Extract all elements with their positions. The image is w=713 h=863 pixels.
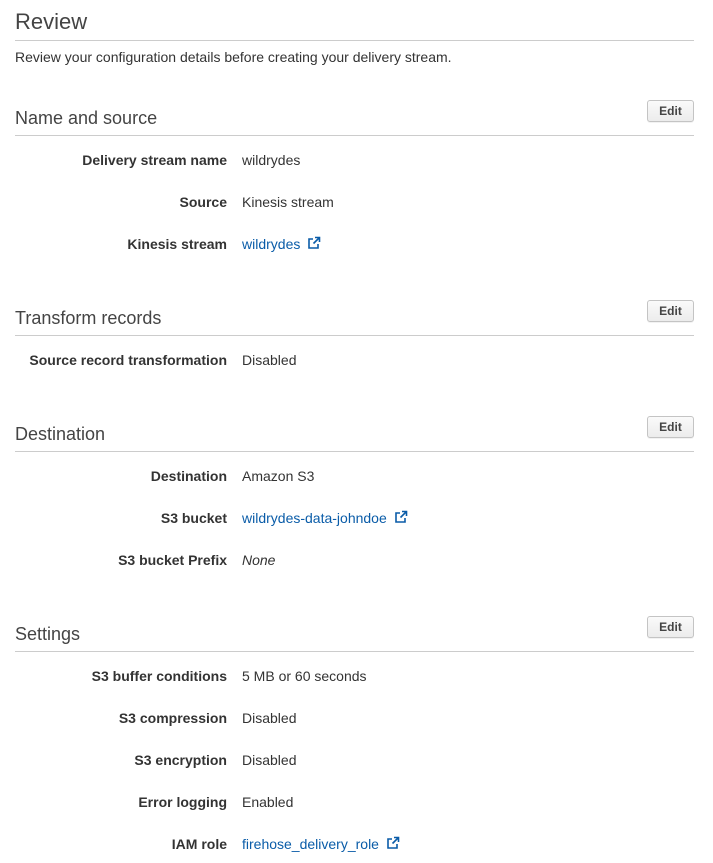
section-header-name-and-source: Name and source Edit (15, 100, 694, 136)
detail-row-s3-bucket: S3 bucket wildrydes-data-johndoe (0, 508, 713, 528)
section-title-settings: Settings (15, 624, 81, 644)
field-label: S3 compression (118, 710, 227, 726)
detail-row-error-logging: Error logging Enabled (0, 792, 713, 812)
title-divider (15, 40, 694, 41)
kinesis-stream-link[interactable]: wildrydes (242, 234, 321, 254)
field-value: wildrydes (242, 152, 301, 168)
field-value: Amazon S3 (242, 468, 315, 484)
detail-row-delivery-stream-name: Delivery stream name wildrydes (0, 150, 713, 170)
field-label: Source record transformation (29, 352, 227, 368)
field-label: S3 encryption (134, 752, 227, 768)
section-header-transform-records: Transform records Edit (15, 300, 694, 336)
section-header-destination: Destination Edit (15, 416, 694, 452)
field-value: None (242, 552, 276, 568)
link-text: wildrydes (242, 236, 301, 252)
link-text: firehose_delivery_role (242, 836, 379, 852)
detail-row-s3-compression: S3 compression Disabled (0, 708, 713, 728)
field-value: 5 MB or 60 seconds (242, 668, 367, 684)
field-value: Disabled (242, 710, 297, 726)
field-value: Kinesis stream (242, 194, 334, 210)
section-title-transform-records: Transform records (15, 308, 162, 328)
field-value: Disabled (242, 752, 297, 768)
edit-transform-records-button[interactable]: Edit (647, 300, 694, 322)
external-link-icon (308, 236, 321, 249)
external-link-icon (387, 836, 400, 849)
field-label: S3 buffer conditions (91, 668, 227, 684)
field-value: Enabled (242, 794, 294, 810)
detail-row-s3-encryption: S3 encryption Disabled (0, 750, 713, 770)
s3-bucket-link[interactable]: wildrydes-data-johndoe (242, 508, 408, 528)
external-link-icon (394, 510, 408, 523)
field-label: S3 bucket (160, 510, 227, 526)
field-label: Error logging (138, 794, 227, 810)
page-intro: Review your configuration details before… (15, 49, 452, 65)
detail-row-destination: Destination Amazon S3 (0, 466, 713, 486)
field-label: IAM role (171, 836, 227, 852)
link-text: wildrydes-data-johndoe (242, 510, 387, 526)
field-value: Disabled (242, 352, 297, 368)
field-label: S3 bucket Prefix (118, 552, 227, 568)
field-label: Kinesis stream (127, 236, 227, 252)
section-title-destination: Destination (15, 424, 106, 444)
page-title: Review (15, 9, 88, 34)
edit-destination-button[interactable]: Edit (647, 416, 694, 438)
detail-row-s3-buffer-conditions: S3 buffer conditions 5 MB or 60 seconds (0, 666, 713, 686)
detail-row-source: Source Kinesis stream (0, 192, 713, 212)
section-header-settings: Settings Edit (15, 616, 694, 652)
edit-name-and-source-button[interactable]: Edit (647, 100, 694, 122)
field-label: Delivery stream name (82, 152, 227, 168)
field-label: Source (179, 194, 227, 210)
edit-settings-button[interactable]: Edit (647, 616, 694, 638)
section-title-name-and-source: Name and source (15, 108, 158, 128)
detail-row-s3-bucket-prefix: S3 bucket Prefix None (0, 550, 713, 570)
field-label: Destination (150, 468, 227, 484)
iam-role-link[interactable]: firehose_delivery_role (242, 834, 400, 854)
detail-row-kinesis-stream: Kinesis stream wildrydes (0, 234, 713, 254)
detail-row-iam-role: IAM role firehose_delivery_role (0, 834, 713, 854)
detail-row-source-record-transformation: Source record transformation Disabled (0, 350, 713, 370)
